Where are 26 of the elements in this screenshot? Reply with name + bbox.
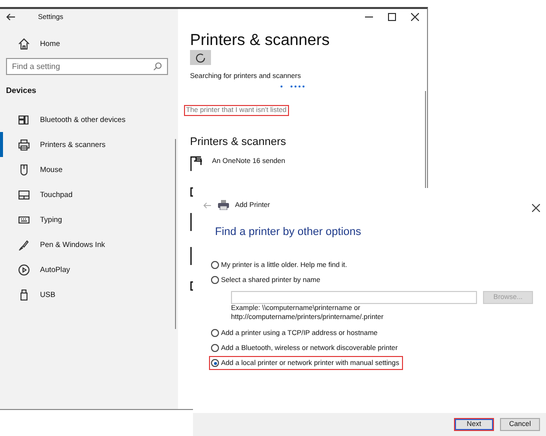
home-icon [18, 38, 30, 50]
close-icon[interactable] [532, 204, 540, 212]
radio-button[interactable] [211, 344, 219, 352]
touchpad-icon [18, 188, 30, 200]
radio-button[interactable] [211, 276, 219, 284]
pen-icon [18, 238, 30, 250]
maximize-icon[interactable] [388, 13, 396, 21]
page-title: Printers & scanners [190, 32, 330, 50]
keyboard-icon [18, 214, 30, 226]
refresh-button[interactable] [190, 50, 211, 65]
search-icon [153, 62, 162, 71]
close-icon[interactable] [411, 13, 419, 21]
dialog-heading: Find a printer by other options [215, 226, 362, 238]
search-field[interactable]: Find a setting [6, 58, 168, 75]
mouse-icon [18, 164, 30, 176]
play-icon [18, 264, 30, 276]
radio-button[interactable] [211, 329, 219, 337]
usb-icon [18, 288, 30, 300]
radio-button[interactable] [211, 359, 219, 367]
printer-name-field[interactable] [231, 291, 477, 304]
bluetooth-devices-icon [18, 114, 30, 126]
section-heading: Devices [5, 85, 38, 97]
back-arrow-icon[interactable] [6, 13, 16, 21]
refresh-icon [196, 52, 206, 62]
radio-button[interactable] [211, 261, 219, 269]
section-heading: Printers & scanners [190, 136, 286, 148]
